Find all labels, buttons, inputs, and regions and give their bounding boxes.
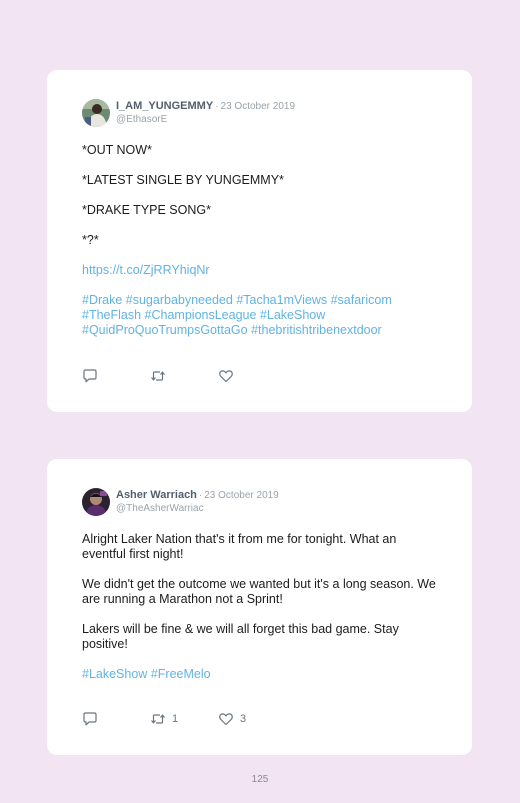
like-button[interactable]: 3 bbox=[218, 711, 286, 727]
tweet-actions: 1 3 bbox=[82, 711, 286, 727]
heart-icon bbox=[219, 713, 233, 726]
reply-button[interactable] bbox=[82, 368, 150, 384]
handle[interactable]: @EthasorE bbox=[116, 113, 295, 126]
hashtag-list: #Drake #sugarbabyneeded #Tacha1mViews #s… bbox=[82, 293, 437, 338]
tweet-card: I_AM_YUNGEMMY · 23 October 2019 @Ethasor… bbox=[47, 70, 472, 412]
handle[interactable]: @TheAsherWarriac bbox=[116, 502, 279, 515]
display-name[interactable]: Asher Warriach bbox=[116, 489, 197, 502]
hashtag[interactable]: #TheFlash bbox=[82, 308, 141, 322]
retweet-count: 1 bbox=[172, 713, 179, 725]
hashtag[interactable]: #safaricom bbox=[331, 293, 392, 307]
retweet-button[interactable]: 1 bbox=[150, 711, 218, 727]
tweet-text: Lakers will be fine & we will all forget… bbox=[82, 622, 399, 651]
heart-icon bbox=[219, 370, 233, 383]
tweet-body: *OUT NOW* *LATEST SINGLE BY YUNGEMMY* *D… bbox=[82, 143, 437, 338]
avatar[interactable] bbox=[82, 488, 110, 516]
tweet-text: We didn't get the outcome we wanted but … bbox=[82, 577, 436, 606]
tweet-body: Alright Laker Nation that's it from me f… bbox=[82, 532, 437, 682]
hashtag[interactable]: #QuidProQuoTrumpsGottaGo bbox=[82, 323, 248, 337]
tweet-card: Asher Warriach · 23 October 2019 @TheAsh… bbox=[47, 459, 472, 755]
retweet-arrows-icon bbox=[151, 714, 165, 724]
tweet-text: *LATEST SINGLE BY YUNGEMMY* bbox=[82, 173, 284, 187]
like-button[interactable] bbox=[218, 368, 286, 384]
hashtag[interactable]: #FreeMelo bbox=[151, 667, 211, 681]
separator: · bbox=[215, 101, 219, 112]
speech-bubble-icon bbox=[83, 712, 97, 726]
tweet-text: *DRAKE TYPE SONG* bbox=[82, 203, 211, 217]
hashtag[interactable]: #thebritishtribenextdoor bbox=[251, 323, 382, 337]
tweet-actions bbox=[82, 368, 286, 384]
separator: · bbox=[198, 490, 203, 501]
speech-bubble-icon bbox=[83, 369, 97, 383]
retweet-button[interactable] bbox=[150, 368, 218, 384]
avatar[interactable] bbox=[82, 99, 110, 127]
tweet-link[interactable]: https://t.co/ZjRRYhiqNr bbox=[82, 263, 210, 277]
tweet-date[interactable]: 23 October 2019 bbox=[204, 489, 279, 502]
hashtag[interactable]: #LakeShow bbox=[82, 667, 147, 681]
tweet-date[interactable]: 23 October 2019 bbox=[221, 100, 296, 113]
hashtag-list: #LakeShow #FreeMelo bbox=[82, 667, 437, 682]
hashtag[interactable]: #ChampionsLeague bbox=[145, 308, 257, 322]
tweet-text: *OUT NOW* bbox=[82, 143, 152, 157]
tweet-text: *?* bbox=[82, 233, 99, 247]
page-number: 125 bbox=[251, 774, 269, 785]
tweet-header: Asher Warriach · 23 October 2019 @TheAsh… bbox=[82, 487, 437, 517]
hashtag[interactable]: #Tacha1mViews bbox=[236, 293, 327, 307]
tweet-text: Alright Laker Nation that's it from me f… bbox=[82, 532, 397, 561]
retweet-arrows-icon bbox=[151, 371, 165, 381]
hashtag[interactable]: #sugarbabyneeded bbox=[126, 293, 233, 307]
like-count: 3 bbox=[240, 713, 247, 725]
reply-button[interactable] bbox=[82, 711, 150, 727]
display-name[interactable]: I_AM_YUNGEMMY bbox=[116, 100, 213, 113]
hashtag[interactable]: #LakeShow bbox=[260, 308, 325, 322]
hashtag[interactable]: #Drake bbox=[82, 293, 122, 307]
tweet-header: I_AM_YUNGEMMY · 23 October 2019 @Ethasor… bbox=[82, 98, 437, 128]
